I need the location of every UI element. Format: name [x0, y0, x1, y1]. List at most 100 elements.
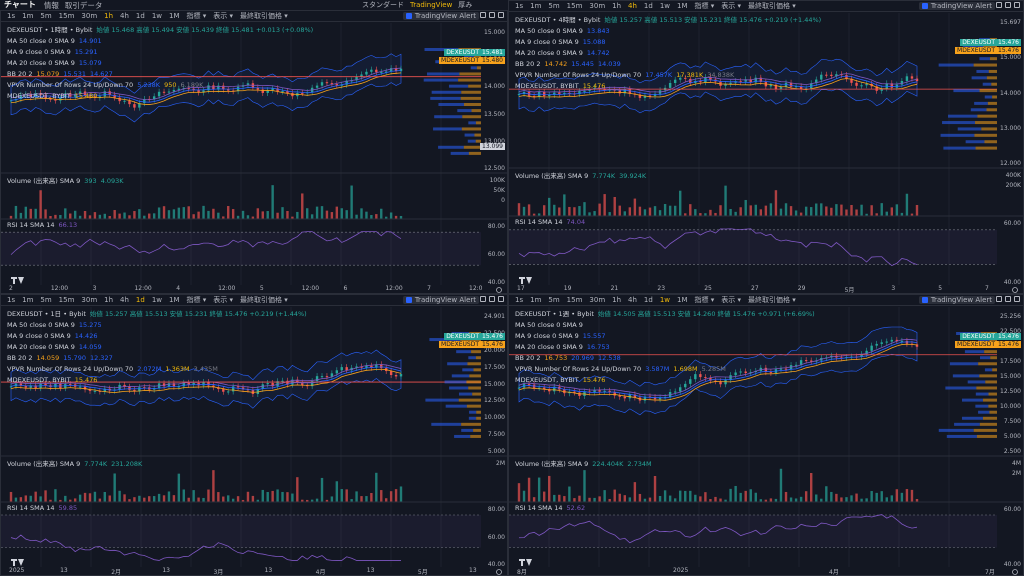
- volume-bar: [113, 210, 116, 219]
- chart-settings-icon[interactable]: [1012, 569, 1018, 575]
- volume-bar: [860, 204, 863, 216]
- mdexe-legend[interactable]: MDEXEUSDT, BYBIT 15.480: [7, 91, 313, 102]
- vpvr-bar: [940, 133, 975, 137]
- bb-legend[interactable]: BB 20 2 14.059 15.790 12.327: [7, 353, 307, 364]
- price-tick: 14.000: [1000, 89, 1021, 97]
- volume-bar: [840, 204, 843, 216]
- candle-body: [222, 389, 225, 392]
- vpvr-legend[interactable]: VPVR Number Of Rows 24 Up/Down 70 2.072M 1…: [7, 364, 307, 375]
- price-tick: 2.500: [1003, 448, 1021, 455]
- candle-body: [375, 69, 378, 73]
- mdexe-legend[interactable]: MDEXEUSDT, BYBIT 15.476: [515, 375, 815, 386]
- chart-settings-icon[interactable]: [496, 569, 502, 575]
- chart-settings-icon[interactable]: [496, 287, 502, 293]
- candle-body: [623, 396, 626, 399]
- vpvr-bar: [463, 103, 481, 106]
- vpvr-bar: [476, 416, 481, 420]
- vpvr-bar: [425, 398, 459, 402]
- ma20-legend[interactable]: MA 20 close 0 SMA 9 14.059: [7, 342, 307, 353]
- vpvr-bar: [476, 410, 481, 414]
- price-tick: 17.500: [484, 363, 505, 371]
- time-axis[interactable]: 8月 2025 4月 7月: [509, 566, 999, 575]
- ma20-legend[interactable]: MA 20 close 0 SMA 9 16.753: [515, 342, 815, 353]
- ma50-legend[interactable]: MA 50 close 0 SMA 9 15.275: [7, 320, 307, 331]
- ma20-legend[interactable]: MA 20 close 0 SMA 9 15.079: [7, 58, 313, 69]
- symbol-title[interactable]: DEXEUSDT • 4時間 • Bybit 始値 15.257 高値 15.51…: [515, 15, 821, 26]
- price-axis[interactable]: 24.90122.50020.00017.50015.00012.50010.0…: [483, 307, 507, 456]
- tab-info[interactable]: 情報: [44, 0, 59, 11]
- vpvr-legend[interactable]: VPVR Number Of Rows 24 Up/Down 70 5.238K 9…: [7, 80, 313, 91]
- volume-bar: [739, 492, 742, 502]
- volume-bar: [54, 214, 57, 219]
- volume-bar: [638, 493, 642, 502]
- tab-trade-data[interactable]: 取引データ: [65, 0, 103, 11]
- price-axis[interactable]: 15.00014.50014.00013.50013.00012.500: [483, 23, 507, 173]
- time-tick: 23: [657, 285, 666, 292]
- ma20-legend[interactable]: MA 20 close 0 SMA 9 14.742: [515, 48, 821, 59]
- volume-bar: [98, 498, 102, 502]
- time-axis[interactable]: 2025 13 2月 13 3月 13 4月 13 5月 13: [1, 566, 483, 575]
- volume-bar: [789, 206, 793, 216]
- rsi-legend[interactable]: RSI 14 SMA 14 59.85: [7, 504, 77, 512]
- symbol-title[interactable]: DEXEUSDT • 1週 • Bybit 始値 14.505 高値 15.513…: [515, 309, 815, 320]
- volume-bar: [306, 208, 309, 219]
- volume-bar: [880, 203, 883, 216]
- ma50-legend[interactable]: MA 50 close 0 SMA 9: [515, 320, 815, 331]
- volume-bar: [29, 495, 32, 502]
- bb-legend[interactable]: BB 20 2 14.742 15.445 14.039: [515, 59, 821, 70]
- legend-value: 15.480: [74, 92, 98, 100]
- chart-settings-icon[interactable]: [1012, 287, 1018, 293]
- price-axis[interactable]: 15.697 15.000 14.000 13.000 12.000: [999, 13, 1023, 168]
- vpvr-legend[interactable]: VPVR Number Of Rows 24 Up/Down 70 3.587M 1…: [515, 364, 815, 375]
- candle-body: [335, 370, 339, 374]
- volume-legend[interactable]: Volume (出来高) SMA 9 7.774K 39.924K: [515, 170, 646, 180]
- price-axis[interactable]: 25.25622.50020.00017.50015.00012.50010.0…: [999, 307, 1023, 456]
- candle-body: [389, 371, 393, 376]
- volume-legend[interactable]: Volume (出来高) SMA 9 393 4.093K: [7, 175, 124, 185]
- volume-bar: [613, 196, 616, 216]
- mdexe-legend[interactable]: MDEXEUSDT, BYBIT 15.476: [515, 81, 821, 92]
- bb-legend[interactable]: BB 20 2 16.753 20.969 12.538: [515, 353, 815, 364]
- vpvr-bar: [976, 69, 989, 73]
- symbol-title[interactable]: DEXEUSDT • 1日 • Bybit 始値 15.257 高値 15.513…: [7, 309, 307, 320]
- mdexe-legend[interactable]: MDEXEUSDT, BYBIT 15.476: [7, 375, 307, 386]
- volume-bar: [271, 185, 274, 219]
- time-axis[interactable]: 2 12:00 3 12:00 4 12:00 5 12:00 6 12:00 7 12:0: [1, 284, 483, 293]
- vpvr-bar: [460, 96, 481, 100]
- ma9-legend[interactable]: MA 9 close 0 SMA 9 15.088: [515, 37, 821, 48]
- volume-tick: 400K: [1005, 172, 1021, 179]
- bb-legend[interactable]: BB 20 2 15.079 15.531 14.627: [7, 69, 313, 80]
- rsi-legend[interactable]: RSI 14 SMA 14 52.62: [515, 504, 585, 512]
- volume-legend[interactable]: Volume (出来高) SMA 9 224.404K 2.734M: [515, 458, 652, 468]
- volume-bar: [19, 497, 23, 502]
- volume-legend[interactable]: Volume (出来高) SMA 9 7.774K 231.208K: [7, 458, 142, 468]
- legend-value: 14.742: [544, 60, 568, 68]
- vpvr-bar: [978, 362, 997, 366]
- legend-value: 14.039: [597, 60, 621, 68]
- legend-value: BB 20 2: [515, 60, 541, 68]
- vpvr-legend[interactable]: VPVR Number Of Rows 24 Up/Down 70 17.457K…: [515, 70, 821, 81]
- vpvr-bar: [473, 428, 481, 432]
- legend-value: 始値 15.468 高値 15.494 安値 15.439 終値 15.481 …: [96, 26, 314, 34]
- time-axis[interactable]: 17 19 21 23 25 27 29 5月 3 5 7: [509, 284, 999, 293]
- ma50-legend[interactable]: MA 50 close 0 SMA 9 13.843: [515, 26, 821, 37]
- ma9-legend[interactable]: MA 9 close 0 SMA 9 15.291: [7, 47, 313, 58]
- vpvr-bar: [952, 374, 980, 378]
- ma9-legend[interactable]: MA 9 close 0 SMA 9 14.426: [7, 331, 307, 342]
- rsi-legend[interactable]: RSI 14 SMA 14 66.13: [7, 221, 77, 229]
- volume-bar: [794, 210, 798, 216]
- tab-standard[interactable]: スタンダード: [362, 0, 404, 10]
- tab-depth[interactable]: 厚み: [458, 0, 472, 10]
- symbol-title[interactable]: DEXEUSDT • 1時間 • Bybit 始値 15.468 高値 15.49…: [7, 25, 313, 36]
- legend-value: 15.445: [571, 60, 594, 68]
- tradingview-logo-icon: [519, 277, 532, 284]
- ma50-legend[interactable]: MA 50 close 0 SMA 9 14.901: [7, 36, 313, 47]
- vpvr-bar: [982, 416, 997, 420]
- rsi-legend[interactable]: RSI 14 SMA 14 74.04: [515, 218, 585, 226]
- volume-bar: [365, 211, 368, 219]
- volume-bar: [568, 486, 571, 502]
- tab-tradingview[interactable]: TradingView: [410, 1, 452, 9]
- ma9-legend[interactable]: MA 9 close 0 SMA 9 15.557: [515, 331, 815, 342]
- vpvr-bar: [462, 115, 481, 119]
- volume-bar: [810, 207, 813, 216]
